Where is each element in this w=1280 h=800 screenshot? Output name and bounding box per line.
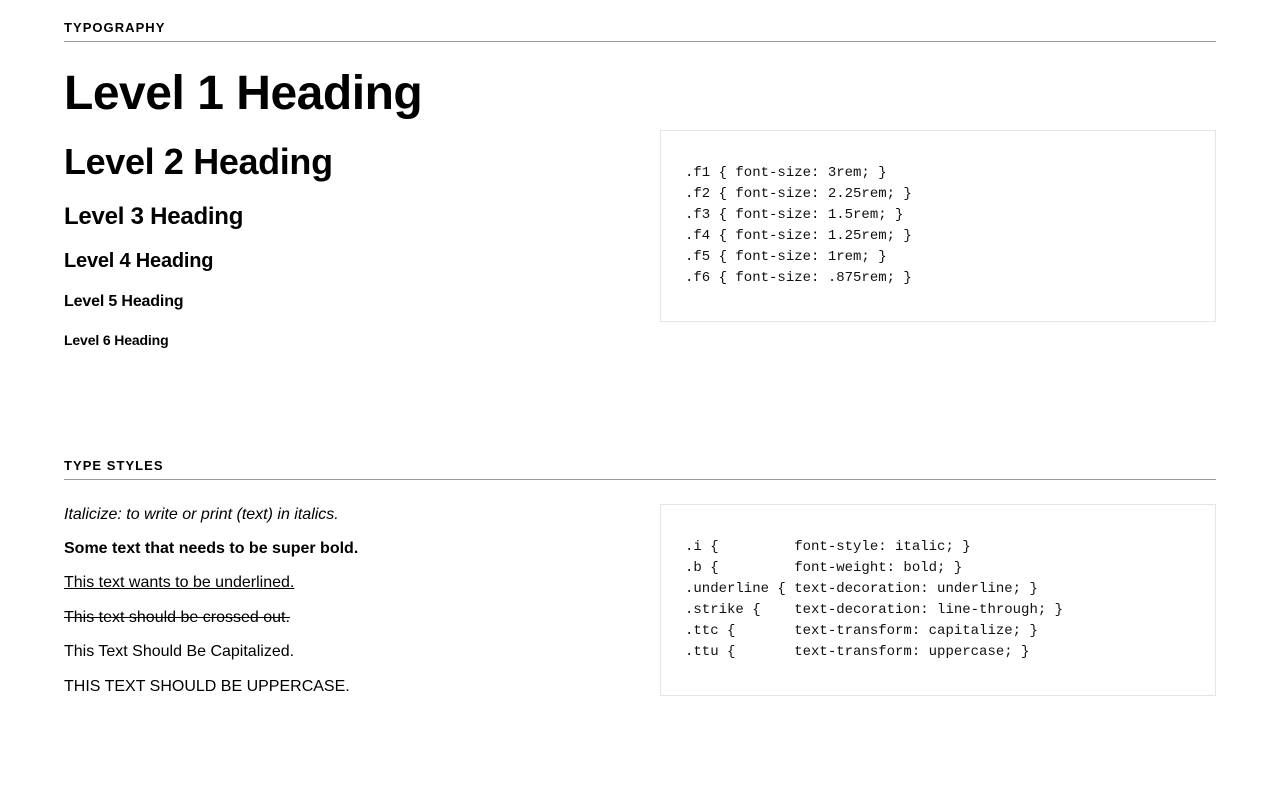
type-styles-section: Type Styles Italicize: to write or print…	[64, 458, 1216, 710]
example-bold: Some text that needs to be super bold.	[64, 538, 620, 560]
example-capitalize: This Text Should Be Capitalized.	[64, 641, 620, 663]
section-title-type-styles: Type Styles	[64, 458, 1216, 480]
heading-level-1: Level 1 Heading	[64, 66, 620, 121]
example-italic: Italicize: to write or print (text) in i…	[64, 504, 620, 526]
styles-examples-column: Italicize: to write or print (text) in i…	[64, 504, 620, 710]
type-styles-code-block: .i { font-style: italic; } .b { font-wei…	[660, 504, 1216, 696]
headings-column: Level 1 Heading Level 2 Heading Level 3 …	[64, 66, 620, 368]
typography-code-block: .f1 { font-size: 3rem; } .f2 { font-size…	[660, 130, 1216, 322]
section-title-typography: Typography	[64, 20, 1216, 42]
heading-level-4: Level 4 Heading	[64, 250, 620, 273]
heading-level-2: Level 2 Heading	[64, 141, 620, 182]
example-uppercase: this text should be uppercase.	[64, 676, 620, 698]
typography-section: Typography Level 1 Heading Level 2 Headi…	[64, 20, 1216, 368]
heading-level-3: Level 3 Heading	[64, 203, 620, 231]
heading-level-5: Level 5 Heading	[64, 293, 620, 311]
example-underline: This text wants to be underlined.	[64, 572, 620, 594]
heading-level-6: Level 6 Heading	[64, 332, 620, 348]
example-strike: This text should be crossed out.	[64, 607, 620, 629]
